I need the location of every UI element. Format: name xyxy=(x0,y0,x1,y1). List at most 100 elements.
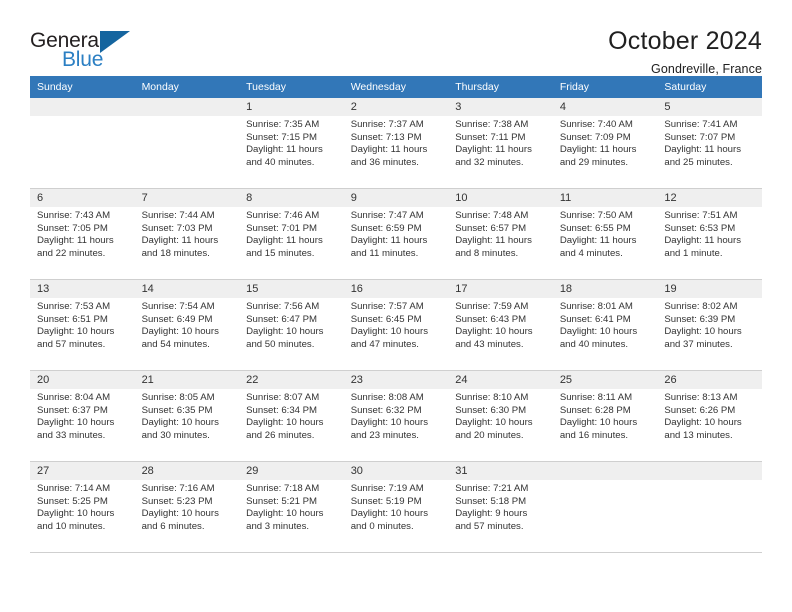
calendar-day-cell[interactable]: 30 Sunrise: 7:19 AM Sunset: 5:19 PM Dayligh… xyxy=(343,461,449,553)
calendar-day-cell[interactable]: 22 Sunrise: 8:07 AM Sunset: 6:34 PM Dayligh… xyxy=(239,370,344,462)
daylight-text-line1: Daylight: 11 hours xyxy=(141,235,219,247)
daylight-text-line1: Daylight: 10 hours xyxy=(37,508,115,520)
day-number: 2 xyxy=(343,98,449,116)
sunset-text: Sunset: 7:09 PM xyxy=(559,131,631,143)
calendar-day-cell[interactable]: 8 Sunrise: 7:46 AM Sunset: 7:01 PM Daylight… xyxy=(239,188,344,280)
sunset-text: Sunset: 6:59 PM xyxy=(350,222,422,234)
day-cell-inner: 24 Sunrise: 8:10 AM Sunset: 6:30 PM Dayligh… xyxy=(448,371,553,461)
sunrise-text: Sunrise: 8:05 AM xyxy=(141,392,215,403)
sunrise-text: Sunrise: 7:38 AM xyxy=(455,119,529,130)
daylight-text-line1: Daylight: 11 hours xyxy=(246,144,323,156)
calendar-day-cell[interactable]: 19 Sunrise: 8:02 AM Sunset: 6:39 PM Dayligh… xyxy=(657,279,762,371)
calendar-day-cell[interactable]: 24 Sunrise: 8:10 AM Sunset: 6:30 PM Dayligh… xyxy=(448,370,553,462)
sunrise-text: Sunrise: 7:50 AM xyxy=(559,210,633,221)
sunrise-text: Sunrise: 8:07 AM xyxy=(246,392,320,403)
daylight-text-line2: and 15 minutes. xyxy=(246,247,315,259)
calendar-day-cell[interactable]: 17 Sunrise: 7:59 AM Sunset: 6:43 PM Dayligh… xyxy=(448,279,553,371)
calendar-day-cell[interactable]: 28 Sunrise: 7:16 AM Sunset: 5:23 PM Dayligh… xyxy=(134,461,240,553)
calendar-day-cell[interactable]: 29 Sunrise: 7:18 AM Sunset: 5:21 PM Dayligh… xyxy=(239,461,344,553)
day-details: Sunrise: 7:54 AM Sunset: 6:49 PM Daylight:… xyxy=(135,298,240,351)
calendar-day-cell[interactable]: 14 Sunrise: 7:54 AM Sunset: 6:49 PM Dayligh… xyxy=(134,279,240,371)
daylight-text-line2: and 30 minutes. xyxy=(141,429,210,441)
calendar-day-cell[interactable]: 12 Sunrise: 7:51 AM Sunset: 6:53 PM Dayligh… xyxy=(657,188,762,280)
daylight-text-line1: Daylight: 10 hours xyxy=(664,417,742,429)
day-details: Sunrise: 7:53 AM Sunset: 6:51 PM Daylight:… xyxy=(30,298,135,351)
day-number: 24 xyxy=(448,371,553,389)
calendar-week-row: 20 Sunrise: 8:04 AM Sunset: 6:37 PM Dayligh… xyxy=(30,370,762,462)
calendar-day-cell[interactable]: 20 Sunrise: 8:04 AM Sunset: 6:37 PM Dayligh… xyxy=(30,370,135,462)
day-number: 25 xyxy=(552,371,658,389)
calendar-day-cell[interactable]: 5 Sunrise: 7:41 AM Sunset: 7:07 PM Daylight… xyxy=(657,98,762,189)
day-details: Sunrise: 7:38 AM Sunset: 7:11 PM Daylight:… xyxy=(448,116,553,169)
daylight-text-line1: Daylight: 10 hours xyxy=(246,417,324,429)
calendar-day-cell[interactable]: 27 Sunrise: 7:14 AM Sunset: 5:25 PM Dayligh… xyxy=(30,461,135,553)
calendar-cell-empty xyxy=(552,461,658,553)
daylight-text-line2: and 40 minutes. xyxy=(559,338,629,350)
calendar-day-cell[interactable]: 25 Sunrise: 8:11 AM Sunset: 6:28 PM Dayligh… xyxy=(552,370,658,462)
sunrise-text: Sunrise: 7:14 AM xyxy=(37,483,111,494)
calendar-day-cell[interactable]: 6 Sunrise: 7:43 AM Sunset: 7:05 PM Daylight… xyxy=(30,188,135,280)
calendar-day-cell[interactable]: 3 Sunrise: 7:38 AM Sunset: 7:11 PM Daylight… xyxy=(448,98,553,189)
calendar-day-cell[interactable]: 31 Sunrise: 7:21 AM Sunset: 5:18 PM Dayligh… xyxy=(448,461,553,553)
sunset-text: Sunset: 5:23 PM xyxy=(141,495,213,507)
daylight-text-line1: Daylight: 11 hours xyxy=(559,235,637,247)
sunrise-text: Sunrise: 7:51 AM xyxy=(664,210,738,221)
calendar-day-cell[interactable]: 15 Sunrise: 7:56 AM Sunset: 6:47 PM Dayligh… xyxy=(239,279,344,371)
daylight-text-line1: Daylight: 11 hours xyxy=(664,235,741,247)
sunrise-text: Sunrise: 7:48 AM xyxy=(455,210,529,221)
day-number: 26 xyxy=(657,371,762,389)
day-cell-inner: 4 Sunrise: 7:40 AM Sunset: 7:09 PM Daylight… xyxy=(552,98,658,188)
day-number: 5 xyxy=(657,98,762,116)
day-number: 21 xyxy=(134,371,240,389)
sunset-text: Sunset: 7:15 PM xyxy=(246,131,318,143)
day-number: 19 xyxy=(657,280,762,298)
sunset-text: Sunset: 5:19 PM xyxy=(350,495,422,507)
day-cell-inner: 31 Sunrise: 7:21 AM Sunset: 5:18 PM Dayligh… xyxy=(448,462,553,552)
day-number: 30 xyxy=(343,462,449,480)
calendar-week-row: 6 Sunrise: 7:43 AM Sunset: 7:05 PM Daylight… xyxy=(30,188,762,280)
sunset-text: Sunset: 6:37 PM xyxy=(37,404,108,416)
calendar-day-cell[interactable]: 10 Sunrise: 7:48 AM Sunset: 6:57 PM Dayligh… xyxy=(448,188,553,280)
title-block: October 2024 Gondreville, France xyxy=(608,28,762,77)
daylight-text-line2: and 23 minutes. xyxy=(350,429,419,441)
sunset-text: Sunset: 5:18 PM xyxy=(455,495,527,507)
day-number: 10 xyxy=(448,189,553,207)
day-number: 17 xyxy=(448,280,553,298)
day-number: 18 xyxy=(552,280,658,298)
sunrise-text: Sunrise: 7:41 AM xyxy=(664,119,738,130)
calendar-day-cell[interactable]: 4 Sunrise: 7:40 AM Sunset: 7:09 PM Daylight… xyxy=(552,98,658,189)
day-cell-inner xyxy=(552,462,658,552)
day-cell-inner: 27 Sunrise: 7:14 AM Sunset: 5:25 PM Dayligh… xyxy=(30,462,135,552)
calendar-body: 1 Sunrise: 7:35 AM Sunset: 7:15 PM Daylight… xyxy=(30,98,762,553)
weekday-header-row: Sunday Monday Tuesday Wednesday Thursday… xyxy=(30,76,762,98)
weekday-header-friday: Friday xyxy=(552,76,658,98)
daylight-text-line2: and 54 minutes. xyxy=(141,338,210,350)
daylight-text-line2: and 32 minutes. xyxy=(455,156,524,168)
calendar-day-cell[interactable]: 11 Sunrise: 7:50 AM Sunset: 6:55 PM Dayligh… xyxy=(552,188,658,280)
calendar-day-cell[interactable]: 1 Sunrise: 7:35 AM Sunset: 7:15 PM Daylight… xyxy=(239,98,344,189)
calendar-day-cell[interactable]: 18 Sunrise: 8:01 AM Sunset: 6:41 PM Dayligh… xyxy=(552,279,658,371)
day-details: Sunrise: 7:35 AM Sunset: 7:15 PM Daylight:… xyxy=(239,116,344,169)
calendar-day-cell[interactable]: 2 Sunrise: 7:37 AM Sunset: 7:13 PM Daylight… xyxy=(343,98,449,189)
sunset-text: Sunset: 6:41 PM xyxy=(559,313,631,325)
calendar-day-cell[interactable]: 13 Sunrise: 7:53 AM Sunset: 6:51 PM Dayligh… xyxy=(30,279,135,371)
calendar-day-cell[interactable]: 21 Sunrise: 8:05 AM Sunset: 6:35 PM Dayligh… xyxy=(134,370,240,462)
calendar-day-cell[interactable]: 23 Sunrise: 8:08 AM Sunset: 6:32 PM Dayligh… xyxy=(343,370,449,462)
sunset-text: Sunset: 6:49 PM xyxy=(141,313,213,325)
day-cell-inner: 6 Sunrise: 7:43 AM Sunset: 7:05 PM Daylight… xyxy=(30,189,135,279)
page-subtitle: Gondreville, France xyxy=(651,62,762,77)
daylight-text-line2: and 22 minutes. xyxy=(37,247,106,259)
day-number: 22 xyxy=(239,371,344,389)
daylight-text-line2: and 37 minutes. xyxy=(664,338,733,350)
general-blue-logo[interactable]: General Blue xyxy=(30,28,150,76)
calendar-week-row: 27 Sunrise: 7:14 AM Sunset: 5:25 PM Dayligh… xyxy=(30,461,762,553)
day-details: Sunrise: 7:37 AM Sunset: 7:13 PM Daylight:… xyxy=(344,116,449,169)
day-cell-inner: 19 Sunrise: 8:02 AM Sunset: 6:39 PM Dayligh… xyxy=(657,280,762,370)
calendar-day-cell[interactable]: 16 Sunrise: 7:57 AM Sunset: 6:45 PM Dayligh… xyxy=(343,279,449,371)
calendar-day-cell[interactable]: 9 Sunrise: 7:47 AM Sunset: 6:59 PM Daylight… xyxy=(343,188,449,280)
calendar-day-cell[interactable]: 26 Sunrise: 8:13 AM Sunset: 6:26 PM Dayligh… xyxy=(657,370,762,462)
sunset-text: Sunset: 6:55 PM xyxy=(559,222,631,234)
day-details: Sunrise: 7:43 AM Sunset: 7:05 PM Daylight:… xyxy=(30,207,135,260)
weekday-header-monday: Monday xyxy=(134,76,240,98)
calendar-day-cell[interactable]: 7 Sunrise: 7:44 AM Sunset: 7:03 PM Daylight… xyxy=(134,188,240,280)
